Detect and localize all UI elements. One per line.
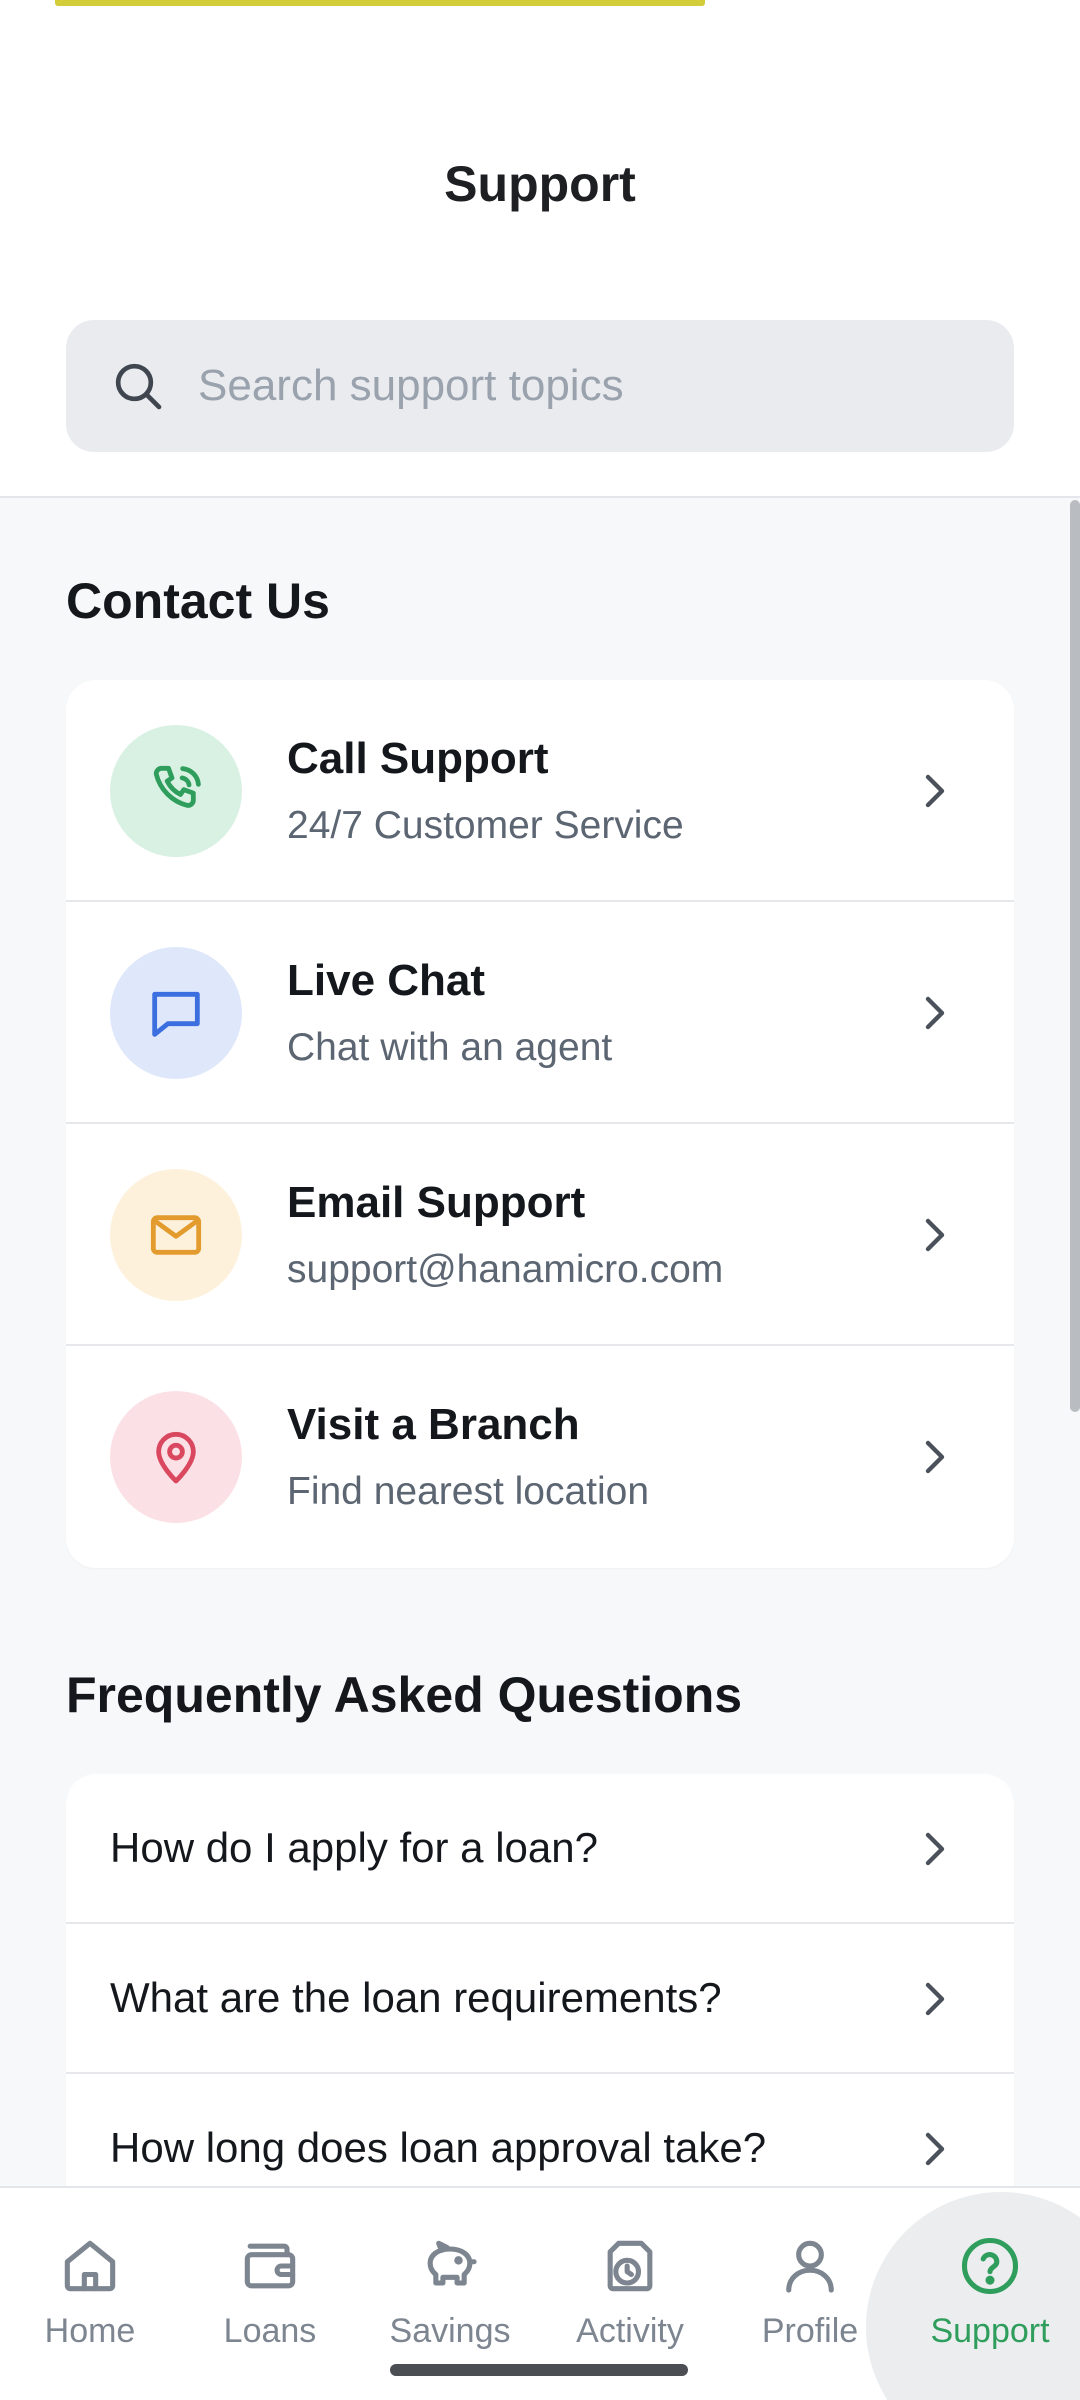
contact-item-title: Email Support [287,1178,586,1227]
contact-item-visit-branch[interactable]: Visit a Branch Find nearest location [66,1346,1014,1568]
phone-badge [110,725,242,857]
search-icon [115,363,162,410]
phone-icon [153,765,201,808]
faq-item[interactable]: How do I apply for a loan? [66,1774,1014,1924]
contact-section-title: Contact Us [66,573,330,629]
top-app-bar: Support [0,0,1080,498]
nav-label: Support [930,2312,1050,2350]
location-pin-icon [156,1431,196,1484]
chevron-right-icon [925,1982,945,2016]
mail-icon [150,1215,202,1255]
location-badge [110,1391,242,1523]
chevron-right-icon [925,1440,945,1474]
contact-item-subtitle: 24/7 Customer Service [287,804,684,847]
chat-icon [152,991,200,1037]
contact-item-subtitle: Chat with an agent [287,1026,613,1069]
search-bar[interactable] [66,320,1014,452]
chevron-right-icon [925,1218,945,1252]
chevron-right-icon [925,2132,945,2166]
nav-label: Savings [389,2312,511,2350]
contact-item-title: Live Chat [287,956,486,1005]
nav-support[interactable]: Support [900,2188,1080,2400]
contact-card: Call Support 24/7 Customer Service Live … [66,680,1014,1568]
loading-progress-line [55,0,705,6]
chevron-right-icon [925,996,945,1030]
wallet-icon [244,2243,296,2289]
nav-home[interactable]: Home [0,2188,180,2400]
home-indicator[interactable] [390,2364,688,2376]
nav-label: Activity [576,2312,684,2350]
search-input[interactable] [198,320,978,452]
faq-item[interactable]: What are the loan requirements? [66,1924,1014,2074]
chat-badge [110,947,242,1079]
faq-question: How do I apply for a loan? [110,1824,598,1871]
piggy-bank-icon [427,2240,477,2286]
contact-item-subtitle: support@hanamicro.com [287,1248,724,1291]
nav-label: Profile [761,2312,859,2350]
faq-question: How long does loan approval take? [110,2124,767,2171]
chevron-right-icon [925,774,945,808]
scrollbar[interactable] [1070,500,1080,1412]
faq-section-title: Frequently Asked Questions [66,1667,743,1723]
contact-item-live-chat[interactable]: Live Chat Chat with an agent [66,902,1014,1124]
home-icon [64,2240,116,2292]
page-title: Support [444,156,636,212]
contact-item-title: Call Support [287,734,549,783]
activity-icon [607,2240,653,2292]
faq-card: How do I apply for a loan? What are the … [66,1774,1014,2224]
contact-item-title: Visit a Branch [287,1400,580,1449]
contact-item-call-support[interactable]: Call Support 24/7 Customer Service [66,680,1014,902]
mail-badge [110,1169,242,1301]
chevron-right-icon [925,1832,945,1866]
nav-label: Home [44,2312,136,2350]
nav-loans[interactable]: Loans [180,2188,360,2400]
contact-item-email-support[interactable]: Email Support support@hanamicro.com [66,1124,1014,1346]
nav-profile[interactable]: Profile [720,2188,900,2400]
contact-item-subtitle: Find nearest location [287,1470,650,1513]
help-icon [961,2237,1019,2295]
faq-question: What are the loan requirements? [110,1974,722,2021]
profile-icon [786,2240,834,2293]
nav-label: Loans [223,2312,317,2350]
